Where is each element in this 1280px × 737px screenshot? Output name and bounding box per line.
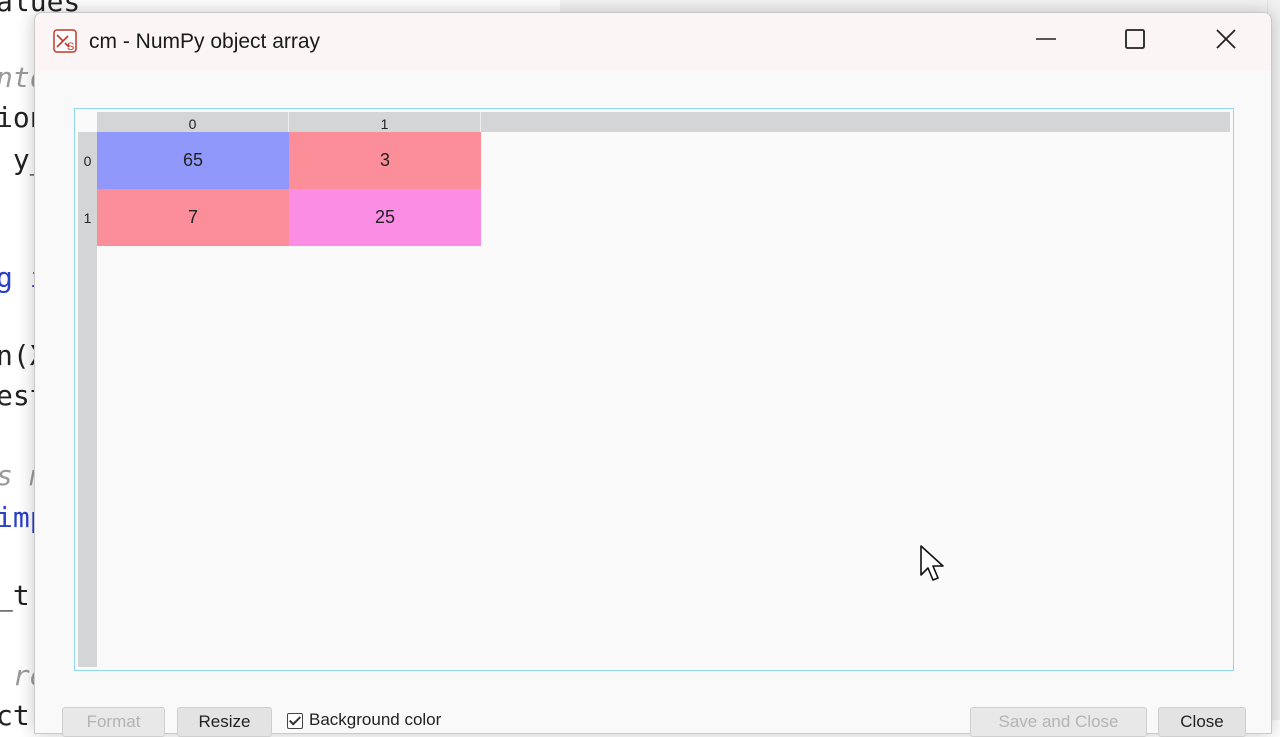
background-color-checkbox[interactable] (287, 713, 303, 729)
close-window-button[interactable] (1203, 19, 1249, 63)
title-bar[interactable]: S cm - NumPy object array (35, 13, 1271, 71)
row-header[interactable]: 0 (78, 132, 97, 189)
maximize-icon (1124, 28, 1146, 55)
spyder-app-icon: S (53, 29, 77, 53)
format-button[interactable]: Format (62, 707, 165, 737)
background-color-label: Background color (309, 710, 442, 729)
table-cell[interactable]: 65 (97, 132, 289, 189)
minimize-icon (1035, 28, 1057, 55)
array-editor-dialog: S cm - NumPy object array 0 1 0 1 65 3 7… (34, 12, 1272, 737)
maximize-button[interactable] (1112, 19, 1158, 63)
resize-button[interactable]: Resize (177, 707, 272, 737)
save-and-close-button[interactable]: Save and Close (970, 707, 1147, 737)
svg-text:S: S (67, 41, 74, 53)
close-icon (1215, 28, 1237, 55)
minimize-button[interactable] (1023, 19, 1069, 63)
table-cell[interactable]: 25 (289, 189, 481, 246)
table-cell[interactable]: 7 (97, 189, 289, 246)
array-table[interactable]: 0 1 0 1 65 3 7 25 (74, 108, 1234, 671)
table-corner (78, 112, 97, 132)
column-header[interactable]: 0 (97, 112, 289, 132)
table-cell[interactable]: 3 (289, 132, 481, 189)
background-color-toggle[interactable]: Background color (287, 710, 441, 730)
row-header[interactable]: 1 (78, 189, 97, 246)
column-header[interactable]: 1 (289, 112, 481, 132)
window-title: cm - NumPy object array (89, 30, 321, 53)
close-button[interactable]: Close (1158, 707, 1246, 737)
